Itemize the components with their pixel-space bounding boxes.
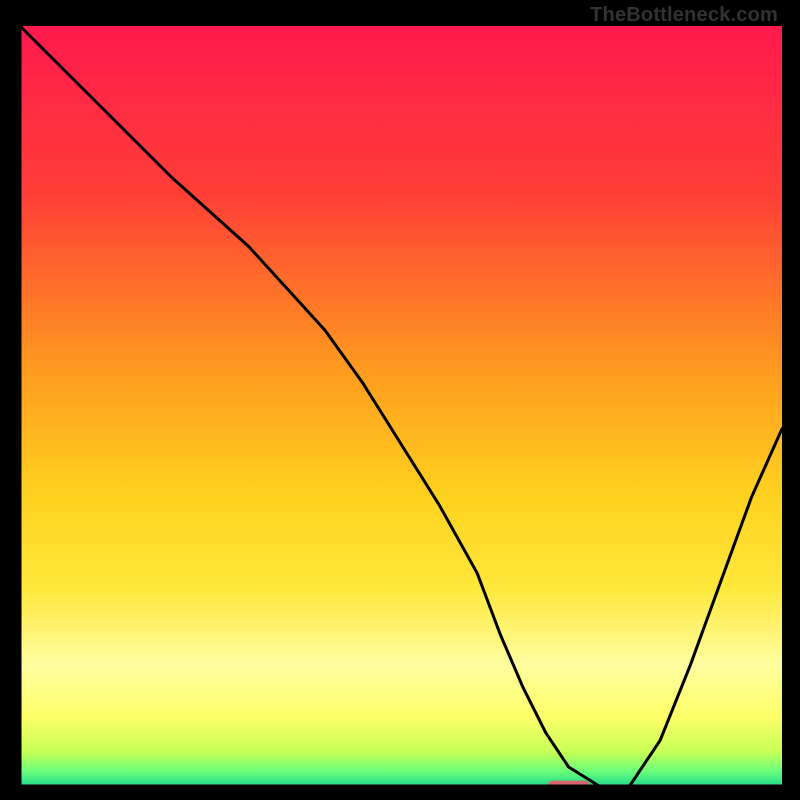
site-watermark: TheBottleneck.com [590,4,778,27]
chart-svg [20,26,782,786]
chart-plot [20,26,782,786]
chart-frame: TheBottleneck.com [0,0,800,800]
